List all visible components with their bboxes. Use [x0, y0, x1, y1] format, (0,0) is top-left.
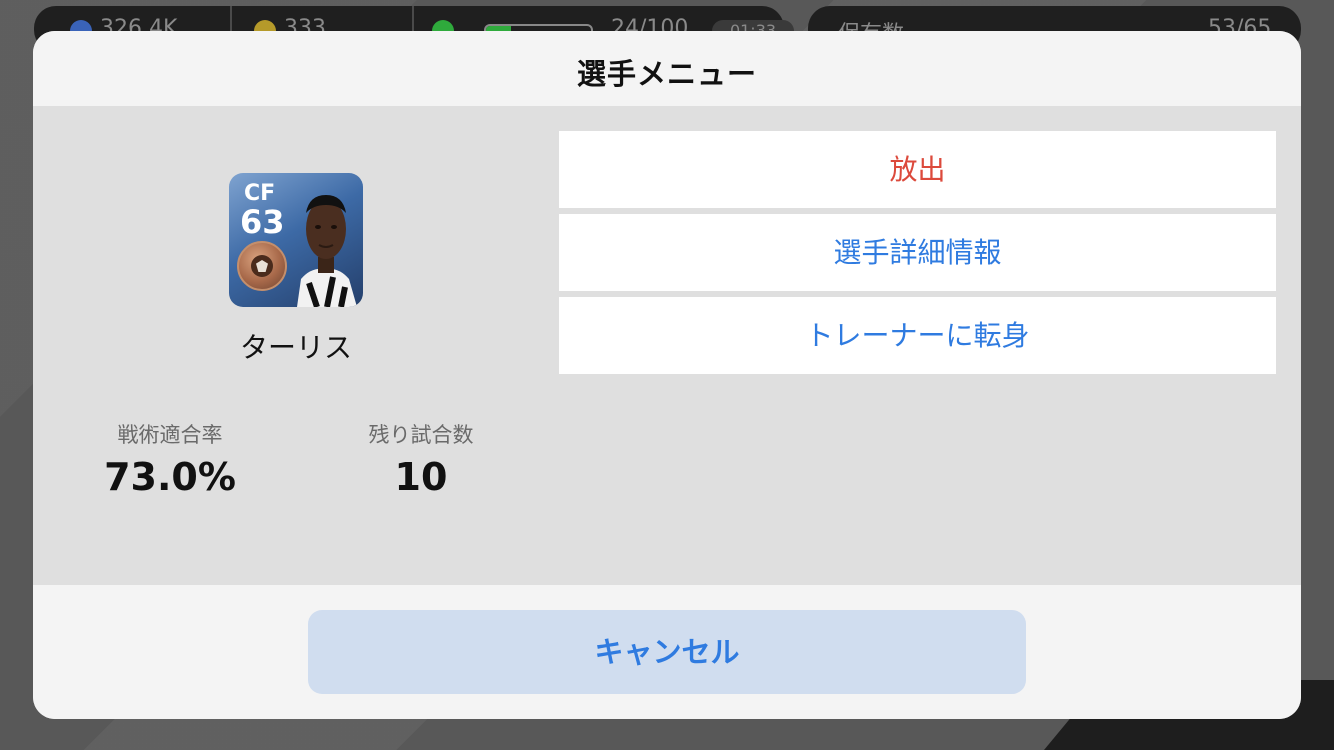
bronze-medal-icon: [237, 241, 287, 291]
remaining-matches-label: 残り試合数: [368, 423, 474, 447]
player-portrait: [297, 195, 357, 307]
cancel-button[interactable]: キャンセル: [308, 610, 1026, 694]
dialog-footer: キャンセル: [33, 585, 1301, 719]
dialog-header: 選手メニュー: [33, 31, 1301, 106]
dialog-body: CF 63 ターリス 戦術適合率 73.0% 残り試合数 10 放出 選手詳細情…: [33, 106, 1301, 585]
remaining-matches-stat: 残り試合数 10: [341, 419, 501, 499]
action-menu: 放出 選手詳細情報 トレーナーに転身: [559, 131, 1276, 380]
release-button[interactable]: 放出: [559, 131, 1276, 208]
player-details-button[interactable]: 選手詳細情報: [559, 214, 1276, 291]
tactic-fit-label: 戦術適合率: [117, 423, 223, 447]
tactic-fit-value: 73.0%: [104, 455, 236, 499]
tactic-fit-stat: 戦術適合率 73.0%: [90, 419, 250, 499]
remaining-matches-value: 10: [394, 455, 448, 499]
player-menu-dialog: 選手メニュー CF 63 ターリス 戦術適合率 73.0% 残り試合数 10 放…: [33, 31, 1301, 719]
card-rating: 63: [240, 203, 285, 241]
convert-to-trainer-button[interactable]: トレーナーに転身: [559, 297, 1276, 374]
dialog-title: 選手メニュー: [576, 57, 757, 91]
player-card[interactable]: CF 63: [229, 173, 363, 307]
player-name: ターリス: [239, 331, 352, 364]
